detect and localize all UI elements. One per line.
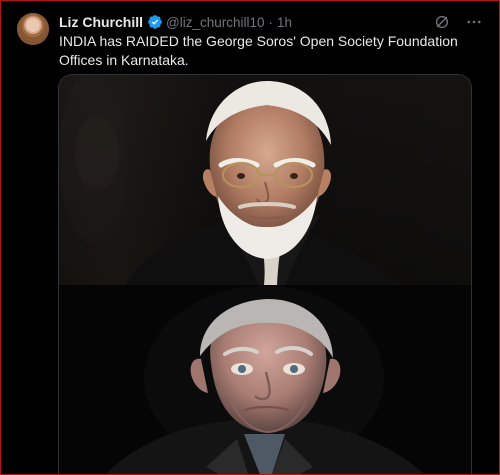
author-handle[interactable]: @liz_churchill10: [166, 15, 265, 30]
tweet-card[interactable]: Liz Churchill @liz_churchill10 · 1h INDI: [0, 0, 500, 475]
media-photo-bottom: [59, 285, 471, 474]
author-display-name[interactable]: Liz Churchill: [59, 14, 143, 30]
author-avatar[interactable]: [17, 13, 49, 45]
tweet-actions: [433, 13, 483, 31]
grok-icon[interactable]: [433, 13, 451, 31]
media-photo-top: [59, 75, 471, 285]
tweet-timestamp[interactable]: 1h: [277, 15, 292, 30]
more-options-icon[interactable]: [465, 13, 483, 31]
tweet-text: INDIA has RAIDED the George Soros' Open …: [59, 33, 458, 68]
verified-badge-icon: [147, 14, 163, 30]
tweet-header: Liz Churchill @liz_churchill10 · 1h: [59, 13, 479, 31]
header-separator: ·: [268, 14, 274, 30]
tweet-media[interactable]: [58, 74, 472, 474]
